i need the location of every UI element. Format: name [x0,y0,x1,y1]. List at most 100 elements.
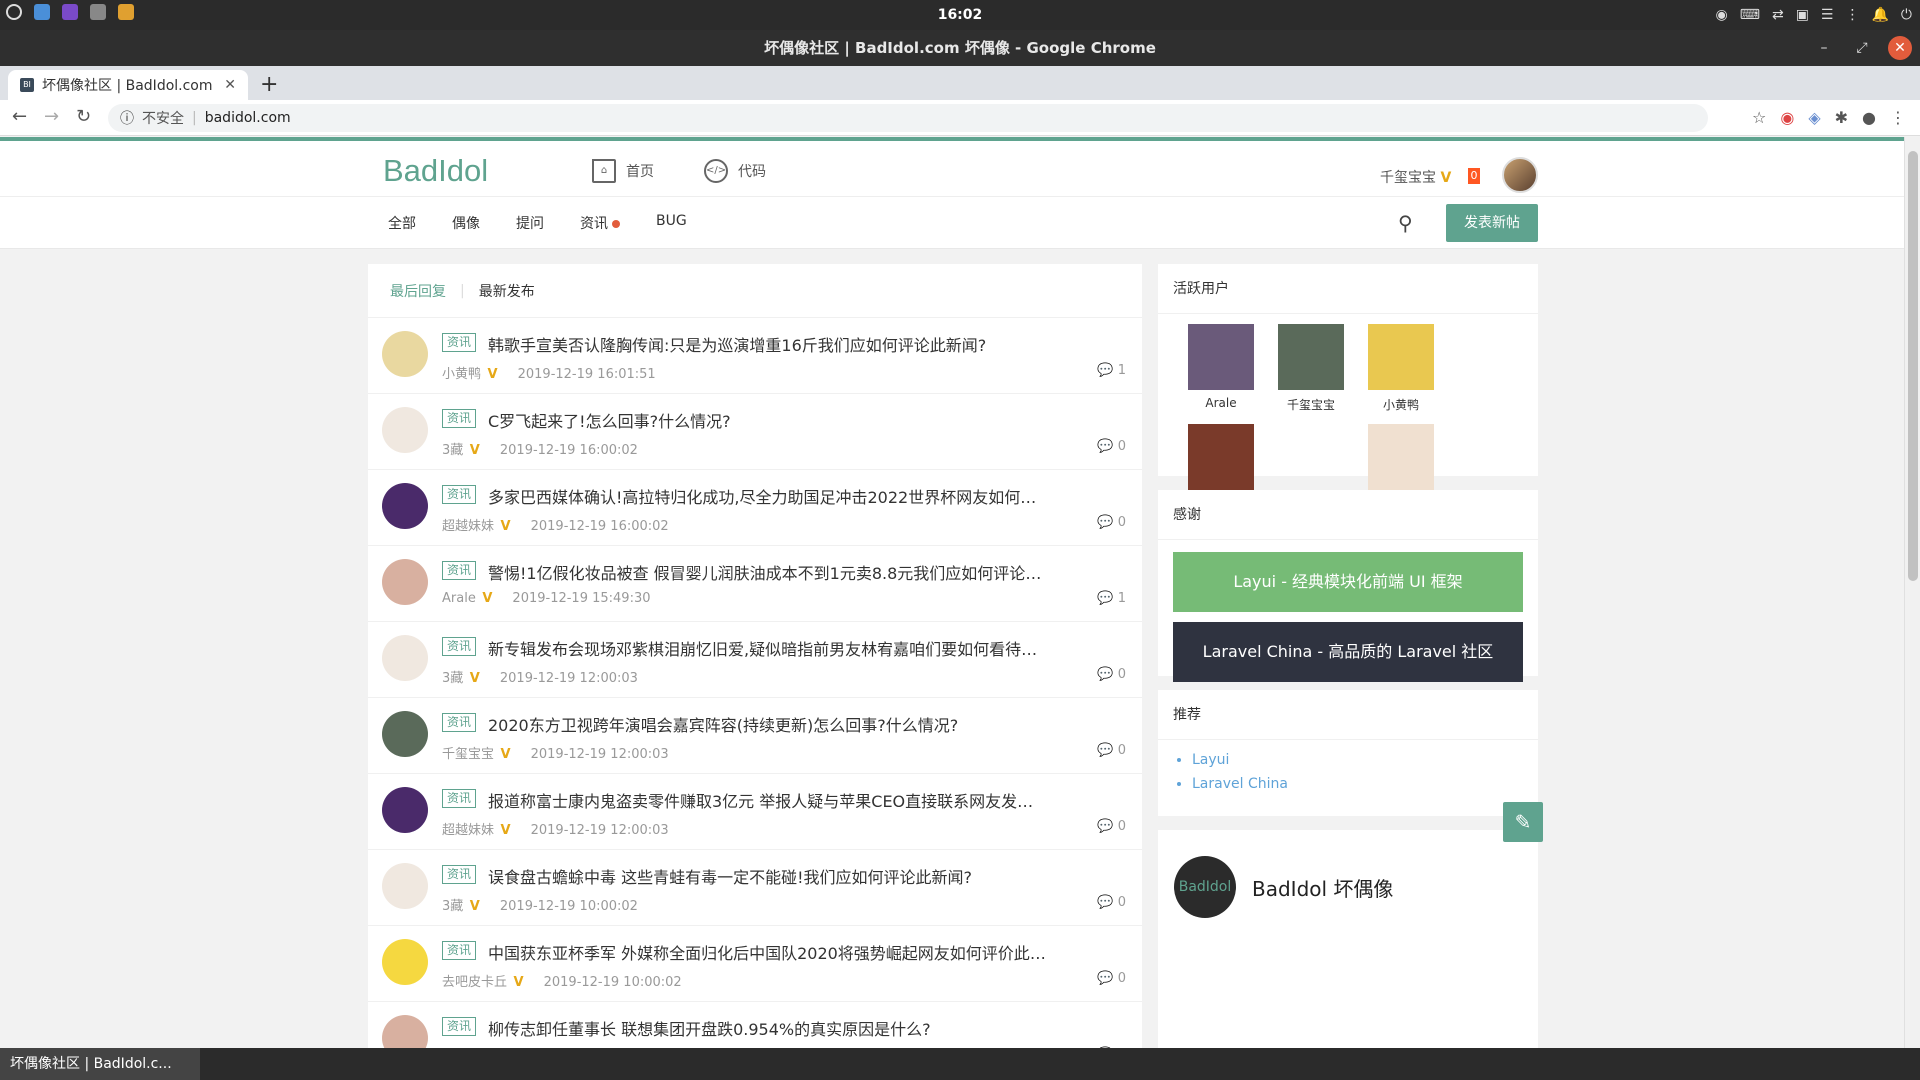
author-avatar[interactable] [382,635,428,681]
notification-count[interactable]: 0 [1468,168,1480,184]
forward-icon[interactable]: → [44,106,59,127]
post-tag[interactable]: 资讯 [442,485,477,504]
page-scrollbar[interactable] [1904,137,1920,1048]
post-tag[interactable]: 资讯 [442,1017,477,1036]
active-user-name[interactable]: 千玺宝宝 [1266,396,1356,413]
post-author[interactable]: 3藏 [442,899,463,914]
post-tag[interactable]: 资讯 [442,941,477,960]
post-author[interactable]: 小黄鸭 [442,367,481,382]
new-tab-button[interactable]: + [260,72,278,97]
extension-red-icon[interactable]: ◉ [1780,108,1794,127]
post-tag[interactable]: 资讯 [442,561,477,580]
post-tag[interactable]: 资讯 [442,713,477,732]
author-avatar[interactable] [382,331,428,377]
author-avatar[interactable] [382,711,428,757]
back-icon[interactable]: ← [12,106,27,127]
post-row[interactable]: 资讯 2020东方卫视跨年演唱会嘉宾阵容(持续更新)怎么回事?什么情况? 千玺宝宝 … [368,698,1142,774]
post-title[interactable]: 2020东方卫视跨年演唱会嘉宾阵容(持续更新)怎么回事?什么情况? [488,712,1048,736]
post-tag[interactable]: 资讯 [442,409,477,428]
active-user[interactable]: 千玺宝宝 [1266,324,1356,424]
reload-icon[interactable]: ↻ [76,106,91,127]
nav-code[interactable]: </> 代码 [704,159,766,183]
post-author[interactable]: 超越妹妹 [442,823,494,838]
post-row[interactable]: 资讯 多家巴西媒体确认!高拉特归化成功,尽全力助国足冲击2022世界杯网友如何评价… [368,470,1142,546]
category-news[interactable]: 资讯 [580,213,620,233]
clock[interactable]: 16:02 [0,7,1920,23]
author-avatar[interactable] [382,939,428,985]
active-user-avatar[interactable] [1368,424,1434,490]
author-avatar[interactable] [382,559,428,605]
search-icon[interactable]: ⚲ [1398,211,1413,235]
post-tag[interactable]: 资讯 [442,789,477,808]
post-title[interactable]: 中国获东亚杯季军 外媒称全面归化后中国队2020将强势崛起网友如何评价此事? [488,940,1048,964]
category-idol[interactable]: 偶像 [452,213,480,233]
post-title[interactable]: 警惕!1亿假化妆品被查 假冒婴儿润肤油成本不到1元卖8.8元我们应如何评论此新闻… [488,560,1048,584]
post-author[interactable]: 去吧皮卡丘 [442,975,507,990]
author-avatar[interactable] [382,787,428,833]
layui-link-button[interactable]: Layui - 经典模块化前端 UI 框架 [1173,552,1523,612]
post-tag[interactable]: 资讯 [442,333,477,352]
post-title[interactable]: 柳传志卸任董事长 联想集团开盘跌0.954%的真实原因是什么? [488,1016,1048,1040]
scrollbar-thumb[interactable] [1908,151,1918,581]
post-row[interactable]: 资讯 新专辑发布会现场邓紫棋泪崩忆旧爱,疑似暗指前男友林宥嘉咱们要如何看待此事? 3… [368,622,1142,698]
post-row[interactable]: 资讯报道称富士康内鬼盗卖零件赚取3亿元 举报人疑与苹果CEO直接联系网友发表了什… [368,774,1142,850]
nav-home[interactable]: ⌂ 首页 [592,159,654,183]
site-logo[interactable]: BadIdol [383,153,488,189]
browser-tab[interactable]: BI 坏偶像社区 | BadIdol.com ✕ [8,70,248,100]
category-all[interactable]: 全部 [388,213,416,233]
author-avatar[interactable] [382,483,428,529]
post-author[interactable]: Arale [442,591,476,606]
menu-icon[interactable]: ☰ [1821,7,1834,23]
omnibox[interactable]: ⓘ 不安全 | badidol.com [108,104,1708,132]
close-window-icon[interactable]: ✕ [1888,36,1912,60]
chrome-menu-icon[interactable]: ⋮ [1890,108,1906,127]
info-icon[interactable]: ⓘ [120,108,134,128]
extension-blue-icon[interactable]: ◈ [1808,108,1820,127]
url-text[interactable]: badidol.com [205,110,291,126]
current-user-avatar[interactable] [1502,157,1538,193]
active-user-avatar[interactable] [1278,324,1344,390]
author-avatar[interactable] [382,863,428,909]
recommend-link-laravel-china[interactable]: Laravel China [1192,776,1538,792]
notification-icon[interactable]: 🔔 [1871,7,1888,23]
post-tag[interactable]: 资讯 [442,637,477,656]
network-icon[interactable]: ⋮ [1845,7,1859,23]
tab-close-icon[interactable]: ✕ [224,77,236,93]
active-user[interactable]: 小黄鸭 [1356,324,1446,424]
post-tag[interactable]: 资讯 [442,865,477,884]
post-row[interactable]: 资讯 警惕!1亿假化妆品被查 假冒婴儿润肤油成本不到1元卖8.8元我们应如何评论此… [368,546,1142,622]
post-row[interactable]: 资讯柳传志卸任董事长 联想集团开盘跌0.954%的真实原因是什么?Arale V… [368,1002,1142,1048]
taskbar-chrome-item[interactable]: 坏偶像社区 | BadIdol.c... [0,1048,200,1080]
new-post-button[interactable]: 发表新帖 [1446,204,1538,242]
minimize-icon[interactable]: – [1812,36,1836,60]
author-avatar[interactable] [382,1015,428,1048]
post-title[interactable]: 韩歌手宣美否认隆胸传闻:只是为巡演增重16斤我们应如何评论此新闻? [488,332,1048,356]
category-bug[interactable]: BUG [656,213,687,233]
insecure-label[interactable]: 不安全 [142,108,184,128]
extension-gear-icon[interactable]: ✱ [1835,108,1848,127]
active-user-name[interactable]: 小黄鸭 [1356,396,1446,413]
sync-icon[interactable]: ⇄ [1772,7,1784,23]
post-row[interactable]: 资讯 误食盘古蟾蜍中毒 这些青蛙有毒一定不能碰!我们应如何评论此新闻? 3藏 V 20… [368,850,1142,926]
keyboard-icon[interactable]: ⌨ [1740,7,1760,23]
post-author[interactable]: 3藏 [442,443,463,458]
bookmark-star-icon[interactable]: ☆ [1752,108,1766,127]
power-icon[interactable]: ⏻ [1901,7,1912,23]
post-row[interactable]: 资讯 韩歌手宣美否认隆胸传闻:只是为巡演增重16斤我们应如何评论此新闻? 小黄鸭 V… [368,318,1142,394]
post-author[interactable]: 超越妹妹 [442,519,494,534]
active-user-name[interactable]: Arale [1176,396,1266,410]
active-user-avatar[interactable] [1188,424,1254,490]
post-title[interactable]: C罗飞起来了!怎么回事?什么情况? [488,408,1048,432]
active-user-avatar[interactable] [1368,324,1434,390]
post-title[interactable]: 新专辑发布会现场邓紫棋泪崩忆旧爱,疑似暗指前男友林宥嘉咱们要如何看待此事? [488,636,1048,660]
post-row[interactable]: 资讯 中国获东亚杯季军 外媒称全面归化后中国队2020将强势崛起网友如何评价此事?… [368,926,1142,1002]
laravel-china-link-button[interactable]: Laravel China - 高品质的 Laravel 社区 [1173,622,1523,682]
post-author[interactable]: 千玺宝宝 [442,747,494,762]
edit-pencil-icon[interactable]: ✎ [1503,802,1543,842]
maximize-icon[interactable]: ⤢ [1850,36,1874,60]
active-user-avatar[interactable] [1188,324,1254,390]
tab-newest[interactable]: 最新发布 [479,281,535,301]
post-row[interactable]: 资讯 C罗飞起来了!怎么回事?什么情况? 3藏 V 2019-12-19 16:00:… [368,394,1142,470]
wechat-icon[interactable]: ◉ [1716,7,1728,23]
active-user[interactable]: Arale [1176,324,1266,424]
